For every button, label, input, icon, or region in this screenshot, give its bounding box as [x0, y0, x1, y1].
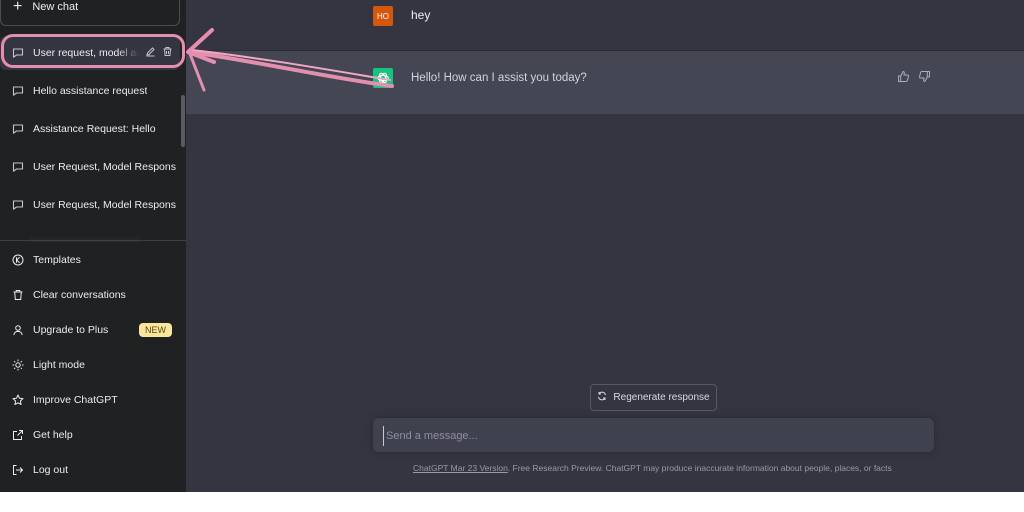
chat-bubble-icon: [11, 160, 25, 174]
clear-conversations-label: Clear conversations: [33, 289, 126, 301]
light-mode-label: Light mode: [33, 359, 85, 371]
templates-button[interactable]: Templates: [0, 245, 186, 275]
openai-logo-icon: [373, 68, 393, 88]
trash-icon: [11, 288, 25, 302]
light-mode-button[interactable]: Light mode: [0, 350, 186, 380]
improve-chatgpt-button[interactable]: Improve ChatGPT: [0, 385, 186, 415]
disclaimer-footer: ChatGPT Mar 23 Version. Free Research Pr…: [413, 463, 892, 473]
conversation-item[interactable]: Assistance Request: Hello: [0, 112, 180, 146]
star-icon: [11, 393, 25, 407]
refresh-icon: [597, 391, 607, 404]
new-chat-label: New chat: [32, 1, 79, 13]
chat-bubble-icon: [11, 84, 25, 98]
sidebar: + New chat User request, model assi Hell…: [0, 0, 186, 492]
log-out-label: Log out: [33, 464, 69, 476]
sidebar-divider: [0, 240, 186, 241]
conversation-label: User Request, Model Respons: [33, 161, 176, 173]
conversation-item-cutoff: [30, 236, 140, 242]
upgrade-to-plus-label: Upgrade to Plus: [33, 324, 109, 336]
conversation-label: Hello assistance request: [33, 85, 148, 97]
log-out-button[interactable]: Log out: [0, 455, 186, 485]
conversation-label: User request, model assi: [33, 47, 139, 59]
edit-icon[interactable]: [145, 46, 156, 60]
new-badge: NEW: [139, 323, 172, 337]
chat-bubble-icon: [11, 198, 25, 212]
improve-chatgpt-label: Improve ChatGPT: [33, 394, 118, 406]
thumbs-down-icon[interactable]: [918, 70, 931, 88]
templates-label: Templates: [33, 254, 81, 266]
clear-conversations-button[interactable]: Clear conversations: [0, 280, 186, 310]
conversation-item[interactable]: User Request, Model Respons: [0, 188, 180, 222]
assistant-message-text: Hello! How can I assist you today?: [411, 72, 587, 84]
user-message-row: [186, 0, 1024, 51]
version-link[interactable]: ChatGPT Mar 23 Version: [413, 463, 508, 473]
chat-bubble-icon: [11, 46, 25, 60]
upgrade-to-plus-button[interactable]: Upgrade to Plus NEW: [0, 315, 186, 345]
conversation-label: Assistance Request: Hello: [33, 123, 156, 135]
user-icon: [11, 323, 25, 337]
message-composer: [373, 418, 934, 452]
disclaimer-text: . Free Research Preview. ChatGPT may pro…: [507, 463, 892, 473]
conversation-item-active[interactable]: User request, model assi: [0, 36, 180, 70]
plus-icon: +: [13, 0, 23, 15]
get-help-label: Get help: [33, 429, 73, 441]
trash-icon[interactable]: [162, 46, 173, 60]
message-input[interactable]: [383, 426, 888, 446]
k-circle-icon: [11, 253, 25, 267]
logout-icon: [11, 463, 25, 477]
external-link-icon: [11, 428, 25, 442]
feedback-buttons: [897, 70, 931, 88]
conversation-item[interactable]: User Request, Model Respons: [0, 150, 180, 184]
get-help-button[interactable]: Get help: [0, 420, 186, 450]
chat-bubble-icon: [11, 122, 25, 136]
regenerate-response-button[interactable]: Regenerate response: [590, 384, 717, 411]
app-window: + New chat User request, model assi Hell…: [0, 0, 1024, 492]
sidebar-scrollbar[interactable]: [181, 95, 185, 147]
user-message-text: hey: [411, 8, 431, 22]
conversation-item[interactable]: Hello assistance request: [0, 74, 180, 108]
user-avatar: HO: [373, 6, 393, 26]
thumbs-up-icon[interactable]: [897, 70, 910, 88]
sun-icon: [11, 358, 25, 372]
new-chat-button[interactable]: + New chat: [0, 0, 180, 26]
regenerate-response-label: Regenerate response: [613, 392, 710, 403]
conversation-label: User Request, Model Respons: [33, 199, 176, 211]
